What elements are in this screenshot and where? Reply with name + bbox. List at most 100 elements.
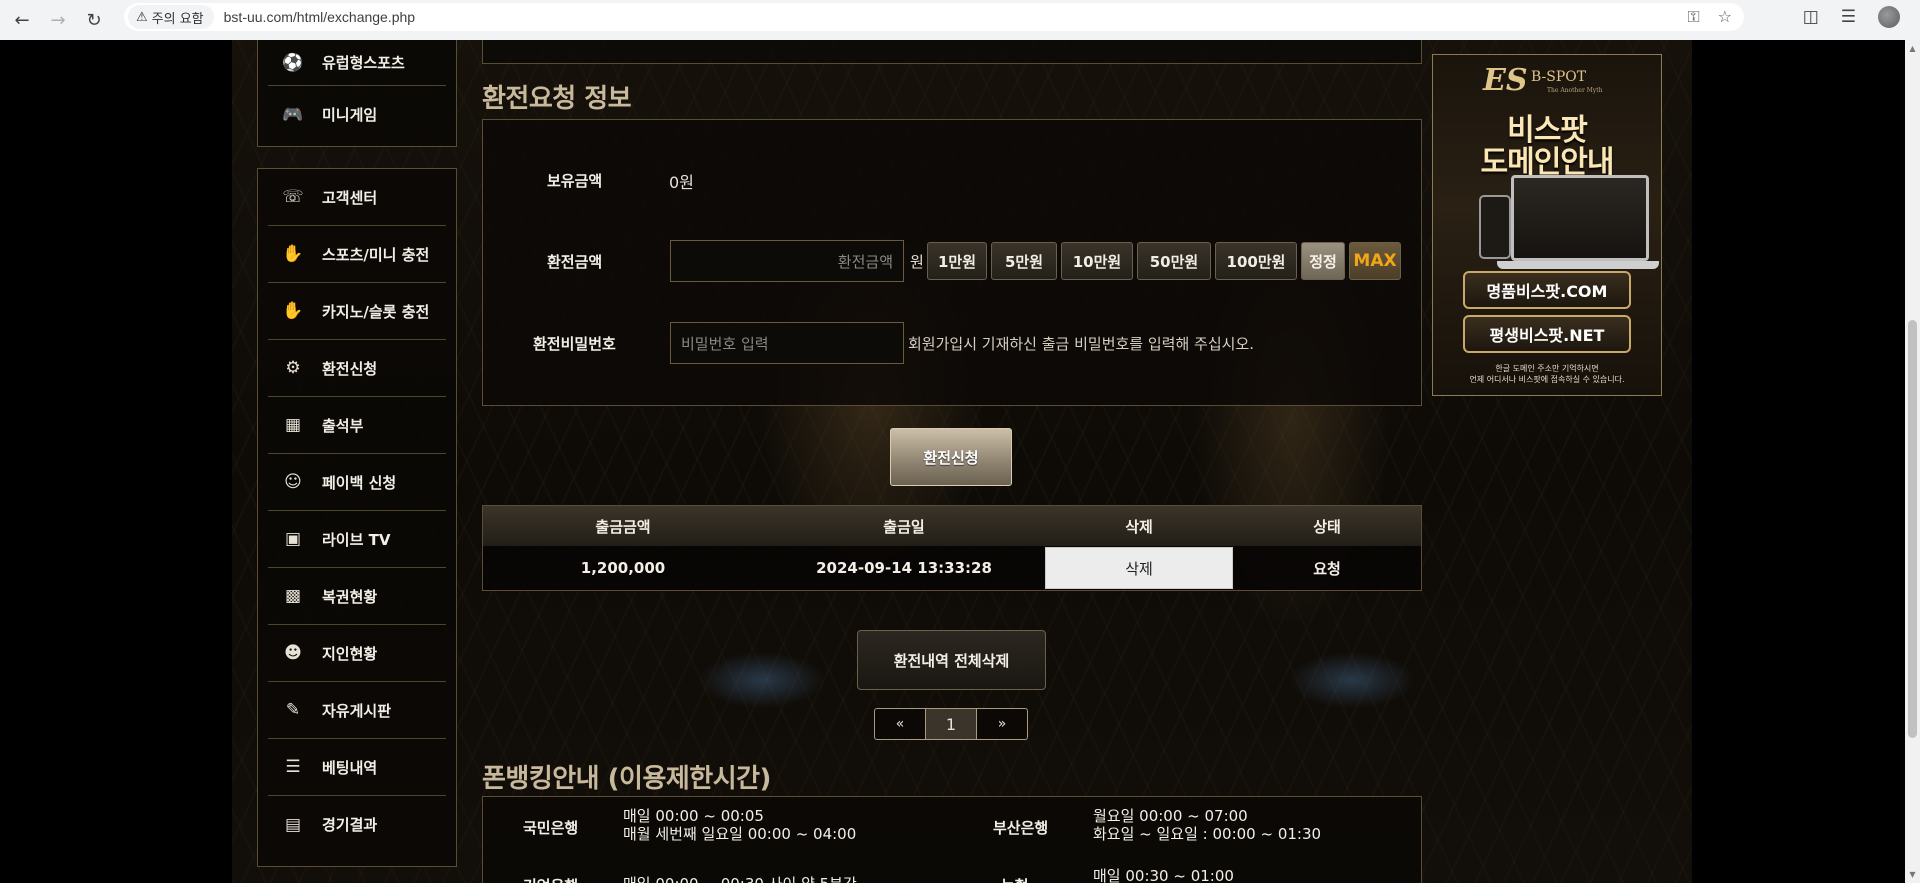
pagination: « 1 » <box>874 708 1028 740</box>
calendar-icon: ▦ <box>284 415 302 435</box>
table-header: 출금금액 출금일 삭제 상태 <box>483 506 1421 546</box>
prev-page-button[interactable]: « <box>875 709 926 739</box>
max-amount-button[interactable]: MAX <box>1349 242 1401 280</box>
amount-100k-button[interactable]: 10만원 <box>1061 242 1133 280</box>
page-1-button[interactable]: 1 <box>926 709 977 739</box>
password-input[interactable]: 비밀번호 입력 <box>670 322 904 364</box>
password-key-icon[interactable]: ⚿ <box>1687 7 1699 27</box>
sidebar-item-label: 출석부 <box>322 416 364 435</box>
laptop-base-image <box>1497 261 1659 269</box>
sidebar-item-free-board[interactable]: ✎ 자유게시판 <box>268 682 446 739</box>
bank-name: 국민은행 <box>523 819 579 837</box>
sidebar-item-label: 베팅내역 <box>322 758 378 777</box>
amount-label: 환전금액 <box>547 253 603 271</box>
sidebar-item-customer-center[interactable]: ☏ 고객센터 <box>268 169 446 226</box>
banner-footer-line1: 한글 도메인 주소만 기억하시면 <box>1495 364 1599 373</box>
security-chip[interactable]: ⚠ 주의 요함 <box>128 5 214 29</box>
scroll-down-icon[interactable]: ▼ <box>1908 870 1917 879</box>
extensions-icon[interactable]: ◫ <box>1803 7 1819 27</box>
sidebar-item-label: 경기결과 <box>322 816 378 834</box>
reset-amount-button[interactable]: 정정 <box>1301 242 1345 280</box>
sidebar-item-referrals[interactable]: ☻ 지인현황 <box>268 625 446 682</box>
sidebar-top-menu: ⚽ 유럽형스포츠 🎮 미니게임 <box>257 40 457 147</box>
sidebar-item-label: 유럽형스포츠 <box>322 54 405 72</box>
live-tv-icon: ▣ <box>284 529 302 549</box>
sidebar-item-payback[interactable]: ☺ 페이백 신청 <box>268 454 446 511</box>
headset-24-icon: ☏ <box>282 187 304 207</box>
previous-section-frame <box>482 40 1422 64</box>
sidebar-item-exchange[interactable]: ⚙ 환전신청 <box>268 340 446 397</box>
sidebar-item-label: 복권현황 <box>322 587 378 606</box>
browser-toolbar: ← → ↻ ⚠ 주의 요함 bst-uu.com/html/exchange.p… <box>0 0 1920 40</box>
scroll-up-icon[interactable]: ▲ <box>1908 44 1917 53</box>
sidebar-item-label: 지인현황 <box>322 644 378 663</box>
security-label: 주의 요함 <box>151 11 204 27</box>
password-placeholder: 비밀번호 입력 <box>681 334 769 353</box>
exchange-history-table: 출금금액 출금일 삭제 상태 1,200,000 2024-09-14 13:3… <box>482 505 1422 591</box>
amount-10k-button[interactable]: 1만원 <box>927 242 987 280</box>
bank-time-line: 월요일 00:00 ~ 07:00 <box>1093 807 1248 825</box>
scoreboard-icon: ▤ <box>284 814 302 835</box>
url-text: bst-uu.com/html/exchange.php <box>223 9 416 25</box>
bank-time-line: 매일 00:30 ~ 01:00 <box>1093 867 1234 883</box>
exchange-cash-icon: ⚙ <box>285 358 301 378</box>
scroll-thumb[interactable] <box>1908 320 1917 738</box>
domain1-button[interactable]: 명품비스팟.COM <box>1463 271 1631 309</box>
sidebar-item-european-sports[interactable]: ⚽ 유럽형스포츠 <box>268 40 446 86</box>
next-page-button[interactable]: » <box>977 709 1027 739</box>
bank-name: 농협 <box>1001 875 1029 883</box>
row-date: 2024-09-14 13:33:28 <box>816 559 992 577</box>
balance-label: 보유금액 <box>547 172 603 190</box>
reload-icon[interactable]: ↻ <box>76 4 112 36</box>
board-icon: ✎ <box>285 700 301 720</box>
password-hint: 회원가입시 기재하신 출금 비밀번호를 입력해 주십시오. <box>908 335 1255 353</box>
table-row: 1,200,000 2024-09-14 13:33:28 삭제 요청 <box>483 546 1421 590</box>
amount-50k-button[interactable]: 5만원 <box>991 242 1057 280</box>
amount-input[interactable]: 환전금액 <box>670 240 904 282</box>
sidebar-item-label: 자유게시판 <box>322 701 392 720</box>
forward-icon[interactable]: → <box>40 4 76 36</box>
sidebar-item-game-results[interactable]: ▤ 경기결과 <box>268 796 446 853</box>
banking-info-box: 국민은행 매일 00:00 ~ 00:05 매월 세번째 일요일 00:00 ~… <box>482 796 1422 883</box>
sidebar-item-sports-charge[interactable]: ✋ 스포츠/미니 충전 <box>268 226 446 283</box>
bank-time-line: 매일 00:00 ~ 00:30 사이 약 5분간 <box>623 875 857 883</box>
sidebar-item-betting-history[interactable]: ☰ 베팅내역 <box>268 739 446 796</box>
sidebar-item-live-tv[interactable]: ▣ 라이브 TV <box>268 511 446 568</box>
row-delete-cell: 삭제 <box>1045 546 1233 590</box>
profile-avatar[interactable] <box>1878 6 1900 28</box>
clear-history-button[interactable]: 환전내역 전체삭제 <box>857 630 1046 690</box>
address-bar[interactable]: ⚠ 주의 요함 bst-uu.com/html/exchange.php ⚿ ☆ <box>124 3 1744 31</box>
sidebar-item-attendance[interactable]: ▦ 출석부 <box>268 397 446 454</box>
exchange-section-title: 환전요청 정보 <box>482 84 632 114</box>
exchange-submit-button[interactable]: 환전신청 <box>890 428 1012 486</box>
row-amount: 1,200,000 <box>580 559 666 577</box>
column-header-amount: 출금금액 <box>595 517 651 536</box>
sidebar-item-label: 스포츠/미니 충전 <box>322 245 430 264</box>
amount-1m-button[interactable]: 100만원 <box>1215 242 1297 280</box>
amount-placeholder: 환전금액 <box>837 252 893 271</box>
warning-icon: ⚠ <box>136 9 148 25</box>
domain-banner[interactable]: ES B-SPOT The Another Myth 비스팟 도메인안내 명품비… <box>1432 54 1662 396</box>
soccer-ball-icon: ⚽ <box>282 52 304 73</box>
media-control-icon[interactable]: ☰ <box>1841 7 1856 27</box>
sidebar-item-casino-charge[interactable]: ✋ 카지노/슬롯 충전 <box>268 283 446 340</box>
charge-hand-icon: ✋ <box>282 301 304 321</box>
banking-section-title: 폰뱅킹안내 (이용제한시간) <box>482 764 771 794</box>
bank-time-line: 화요일 ~ 일요일 : 00:00 ~ 01:30 <box>1093 825 1322 843</box>
amount-500k-button[interactable]: 50만원 <box>1137 242 1211 280</box>
bookmark-star-icon[interactable]: ☆ <box>1718 7 1732 27</box>
row-delete-button[interactable]: 삭제 <box>1045 547 1233 589</box>
sidebar-item-label: 환전신청 <box>322 359 378 378</box>
sidebar-item-label: 카지노/슬롯 충전 <box>322 302 430 321</box>
sidebar-item-lottery[interactable]: ▩ 복권현황 <box>268 568 446 625</box>
sidebar-item-minigame[interactable]: 🎮 미니게임 <box>268 86 446 143</box>
bank-time-line: 매일 00:00 ~ 00:05 <box>623 807 764 825</box>
column-header-delete: 삭제 <box>1125 517 1153 536</box>
balance-value: 0원 <box>669 173 694 192</box>
bank-time-line: 매월 세번째 일요일 00:00 ~ 04:00 <box>623 825 857 843</box>
back-icon[interactable]: ← <box>4 4 40 36</box>
domain2-button[interactable]: 평생비스팟.NET <box>1463 315 1631 353</box>
payback-icon: ☺ <box>284 472 302 492</box>
page-scrollbar[interactable]: ▲ ▼ <box>1905 40 1920 883</box>
lottery-ticket-icon: ▩ <box>284 586 302 606</box>
